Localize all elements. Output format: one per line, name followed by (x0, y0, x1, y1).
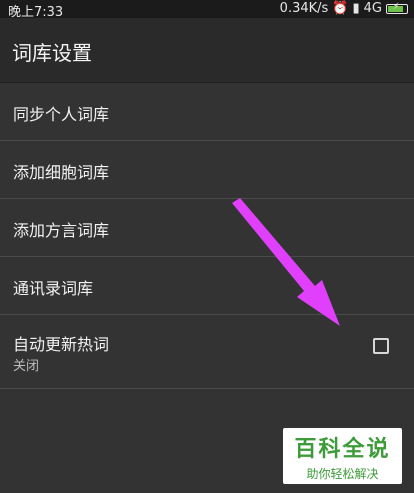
battery-icon: ⚡ (386, 1, 408, 14)
signal-icon: ▮ (352, 1, 360, 16)
auto-update-hot-words-item[interactable]: 自动更新热词 关闭 (0, 315, 414, 389)
alarm-icon: ⏰ (332, 1, 349, 16)
watermark-logo: 百科全说 助你轻松解决 (283, 428, 402, 484)
charging-icon: ⚡ (393, 1, 400, 12)
settings-item-label: 通讯录词库 (13, 279, 94, 298)
watermark-title: 百科全说 (294, 437, 391, 462)
network-speed: 0.34K/s (279, 1, 329, 16)
sync-personal-dictionary-item[interactable]: 同步个人词库 (0, 83, 414, 141)
settings-item-label: 添加细胞词库 (13, 163, 110, 182)
add-cell-dictionary-item[interactable]: 添加细胞词库 (0, 141, 414, 199)
watermark-subtitle: 助你轻松解决 (306, 467, 379, 481)
settings-item-status: 关闭 (13, 359, 40, 374)
contacts-dictionary-item[interactable]: 通讯录词库 (0, 257, 414, 315)
settings-item-label: 添加方言词库 (13, 221, 110, 240)
app-header: 词库设置 (0, 18, 414, 83)
status-bar: 晚上7:33 0.34K/s ⏰ ▮ 4G ⚡ (0, 0, 414, 20)
settings-list: 同步个人词库 添加细胞词库 添加方言词库 通讯录词库 自动更新热词 关闭 (0, 83, 414, 389)
network-type: 4G (363, 1, 382, 16)
page-title: 词库设置 (12, 41, 92, 65)
settings-item-label: 同步个人词库 (13, 105, 110, 124)
add-dialect-dictionary-item[interactable]: 添加方言词库 (0, 199, 414, 257)
auto-update-checkbox[interactable] (373, 338, 389, 354)
status-icons: 0.34K/s ⏰ ▮ 4G ⚡ (280, 1, 408, 16)
settings-item-label: 自动更新热词 (13, 335, 110, 354)
